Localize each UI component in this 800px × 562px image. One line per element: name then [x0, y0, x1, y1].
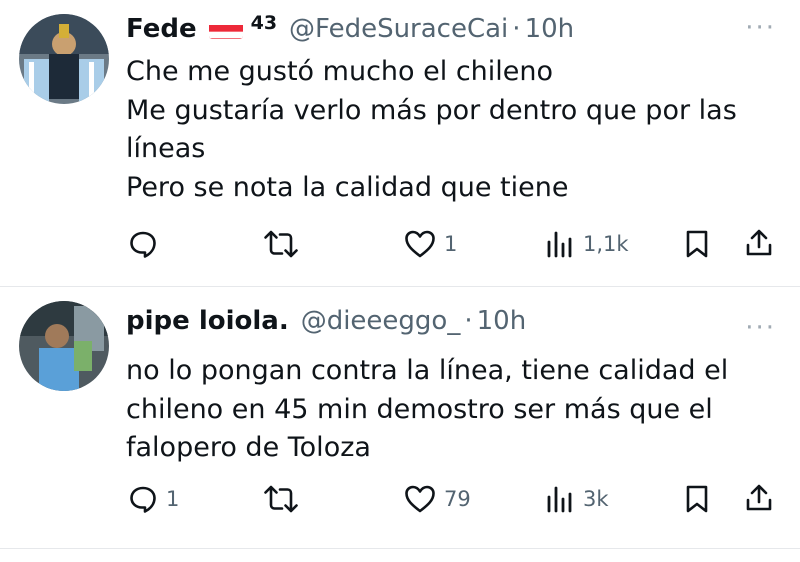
like-count: 1: [444, 232, 458, 256]
timestamp[interactable]: 10h: [525, 11, 575, 47]
austria-flag-icon: [208, 19, 243, 39]
display-name[interactable]: pipe loiola.: [126, 303, 289, 339]
tweet-actions: 1 79 3k: [0, 480, 800, 520]
more-options-icon[interactable]: ···: [745, 15, 776, 41]
retweet-icon: [264, 230, 298, 258]
views-button[interactable]: 1,1k: [545, 229, 629, 259]
tweet[interactable]: Fede 43 @FedeSuraceCai · 10h ··· Che me …: [0, 0, 800, 287]
avatar[interactable]: [19, 14, 109, 104]
bookmark-icon: [686, 485, 708, 513]
retweet-button[interactable]: [263, 484, 299, 514]
separator-dot: ·: [464, 306, 473, 336]
user-handle[interactable]: @FedeSuraceCai: [289, 11, 508, 47]
separator-dot: ·: [512, 14, 521, 44]
like-count: 79: [444, 487, 471, 511]
like-button[interactable]: 79: [404, 484, 471, 514]
more-options-icon[interactable]: ···: [745, 315, 776, 341]
views-icon: [547, 231, 572, 258]
like-button[interactable]: 1: [404, 229, 457, 259]
tweet-text: no lo pongan contra la línea, tiene cali…: [126, 355, 729, 463]
share-icon: [746, 229, 772, 256]
views-icon: [547, 486, 572, 513]
view-count: 1,1k: [583, 232, 629, 256]
share-button[interactable]: [744, 483, 774, 513]
bookmark-button[interactable]: [684, 229, 710, 259]
reply-button[interactable]: [128, 229, 158, 259]
retweet-icon: [264, 485, 298, 513]
share-button[interactable]: [744, 228, 774, 258]
tweet-header: pipe loiola. @dieeeggo_ · 10h: [126, 303, 526, 339]
reply-icon: [130, 486, 156, 513]
profile-badge-number: 43: [250, 12, 278, 34]
views-button[interactable]: 3k: [545, 484, 609, 514]
share-icon: [746, 484, 772, 511]
tweet-actions: 1 1,1k: [0, 225, 800, 265]
display-name[interactable]: Fede: [126, 11, 197, 47]
reply-count: 1: [166, 487, 180, 511]
view-count: 3k: [583, 487, 609, 511]
bookmark-icon: [686, 230, 708, 258]
bookmark-button[interactable]: [684, 484, 710, 514]
user-handle[interactable]: @dieeeggo_: [301, 303, 461, 339]
timestamp[interactable]: 10h: [477, 303, 527, 339]
tweet-header: Fede 43 @FedeSuraceCai · 10h: [126, 11, 574, 47]
heart-icon: [405, 230, 435, 258]
avatar[interactable]: [19, 301, 109, 391]
reply-icon: [130, 231, 156, 258]
heart-icon: [405, 485, 435, 513]
tweet-text: Che me gustó mucho el chileno Me gustarí…: [126, 56, 737, 203]
retweet-button[interactable]: [263, 229, 299, 259]
reply-button[interactable]: 1: [128, 484, 179, 514]
